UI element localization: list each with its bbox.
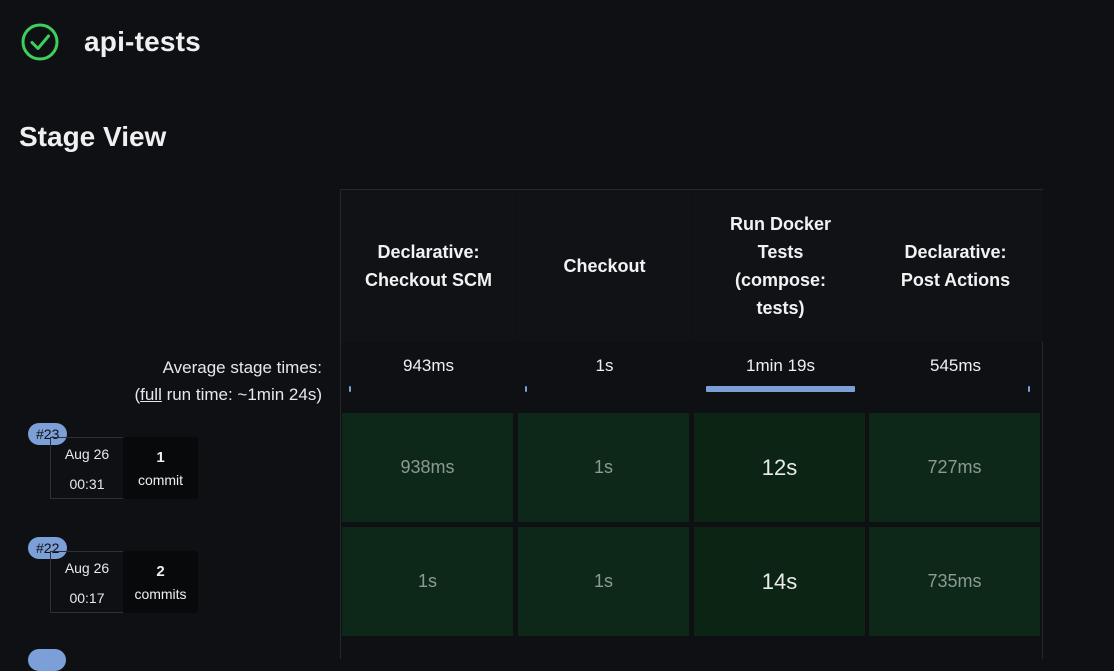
- build-time: 00:31: [69, 476, 105, 492]
- stage-header-1: Checkout: [517, 190, 692, 342]
- run-time-text: run time: ~1min 24s): [161, 385, 322, 404]
- avg-time-bar: [706, 386, 855, 392]
- stage-cell-run1-3[interactable]: 735ms: [868, 526, 1041, 637]
- job-header: api-tests: [20, 22, 201, 62]
- build-row-22: #22 Aug 26 00:17 2 commits: [18, 537, 340, 649]
- stage-table: Declarative: Checkout SCM Checkout Run D…: [340, 189, 1043, 659]
- avg-time: 1min 19s: [746, 356, 815, 375]
- success-check-icon: [21, 23, 59, 61]
- stage-header-3: Declarative: Post Actions: [868, 190, 1043, 342]
- avg-time-bar: [349, 386, 351, 392]
- build-date: Aug 26: [64, 560, 110, 576]
- avg-time-cell-2: 1min 19s: [693, 342, 868, 392]
- stage-header-0: Declarative: Checkout SCM: [341, 190, 516, 342]
- stage-header-2: Run Docker Tests (compose: tests): [693, 190, 868, 342]
- build-time: 00:17: [69, 590, 105, 606]
- stage-name: Checkout: [563, 256, 646, 276]
- stage-cell-run0-0[interactable]: 938ms: [341, 412, 514, 523]
- commit-count: 1: [156, 449, 165, 466]
- avg-time-cell-0: 943ms: [341, 342, 516, 392]
- stage-cell-run1-1[interactable]: 1s: [517, 526, 690, 637]
- stage-cell-run0-3[interactable]: 727ms: [868, 412, 1041, 523]
- stage-duration: 14s: [761, 568, 798, 594]
- stage-cell-run0-1[interactable]: 1s: [517, 412, 690, 523]
- stage-duration: 727ms: [927, 457, 982, 477]
- stage-duration: 12s: [761, 454, 798, 480]
- avg-time: 1s: [595, 356, 614, 375]
- average-stage-times-label: Average stage times: (full run time: ~1m…: [134, 354, 322, 408]
- stage-cell-run1-2[interactable]: 14s: [693, 526, 866, 637]
- stage-view-title: Stage View: [19, 121, 167, 152]
- commit-label: commit: [137, 472, 184, 488]
- stage-name: Run Docker Tests (compose: tests): [729, 214, 832, 318]
- avg-time-cell-1: 1s: [517, 342, 692, 392]
- commit-count-box[interactable]: 2 commits: [123, 551, 198, 613]
- full-run-link[interactable]: full: [140, 385, 162, 404]
- average-label-line2: (full run time: ~1min 24s): [134, 381, 322, 408]
- build-datetime: Aug 26 00:17: [50, 551, 123, 613]
- average-label-line1: Average stage times:: [162, 358, 322, 377]
- stage-name: Declarative: Post Actions: [900, 242, 1011, 290]
- avg-time-cell-3: 545ms: [868, 342, 1043, 392]
- stage-duration: 1s: [593, 457, 613, 477]
- stage-cell-run1-0[interactable]: 1s: [341, 526, 514, 637]
- build-date: Aug 26: [64, 446, 110, 462]
- commit-count-box[interactable]: 1 commit: [123, 437, 198, 499]
- build-row-23: #23 Aug 26 00:31 1 commit: [18, 423, 340, 535]
- avg-time-bar: [525, 386, 527, 392]
- stage-cell-run0-2[interactable]: 12s: [693, 412, 866, 523]
- build-datetime: Aug 26 00:31: [50, 437, 123, 499]
- stage-name: Declarative: Checkout SCM: [364, 242, 492, 290]
- stage-duration: 938ms: [400, 457, 455, 477]
- build-number-badge-partial[interactable]: [28, 649, 66, 671]
- avg-time-bar: [1028, 386, 1030, 392]
- avg-time: 943ms: [402, 356, 455, 375]
- avg-time: 545ms: [929, 356, 982, 375]
- commit-count: 2: [156, 563, 165, 580]
- job-title: api-tests: [84, 26, 201, 57]
- commit-label: commits: [134, 586, 187, 602]
- stage-duration: 1s: [417, 571, 437, 591]
- stage-duration: 735ms: [927, 571, 982, 591]
- stage-duration: 1s: [593, 571, 613, 591]
